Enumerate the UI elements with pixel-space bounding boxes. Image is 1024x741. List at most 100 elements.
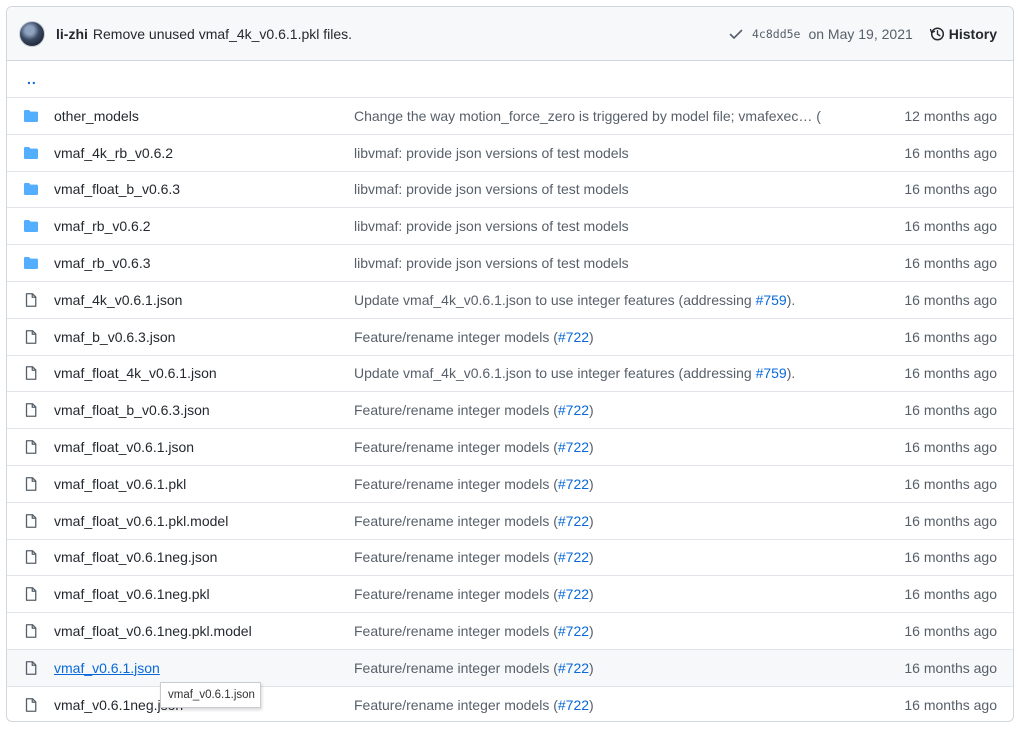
pull-request-link[interactable]: #722	[558, 623, 589, 639]
file-icon	[23, 623, 39, 639]
commit-message-link[interactable]: Feature/rename integer models (#722)	[354, 660, 594, 676]
file-icon	[23, 329, 39, 345]
file-name-link[interactable]: vmaf_float_4k_v0.6.1.json	[54, 365, 217, 381]
file-name-link[interactable]: vmaf_float_v0.6.1neg.pkl	[54, 586, 210, 602]
file-name-link[interactable]: vmaf_rb_v0.6.2	[54, 218, 151, 234]
commit-message-link[interactable]: Update vmaf_4k_v0.6.1.json to use intege…	[354, 292, 795, 308]
pull-request-link[interactable]: #759	[756, 292, 787, 308]
folder-icon	[23, 181, 39, 197]
file-row[interactable]: vmaf_v0.6.1neg.json Feature/rename intege…	[7, 685, 1013, 721]
commit-message-link[interactable]: Change the way motion_force_zero is trig…	[354, 108, 821, 124]
commit-message-link[interactable]: Feature/rename integer models (#722)	[354, 329, 594, 345]
file-row[interactable]: vmaf_b_v0.6.3.json Feature/rename integer…	[7, 317, 1013, 355]
file-name-link[interactable]: vmaf_v0.6.1.json	[54, 660, 160, 676]
commit-message-link[interactable]: libvmaf: provide json versions of test m…	[354, 218, 629, 234]
commit-message-link[interactable]: Feature/rename integer models (#722)	[354, 623, 594, 639]
folder-icon	[23, 218, 39, 234]
file-name-link[interactable]: vmaf_4k_rb_v0.6.2	[54, 145, 173, 161]
file-row[interactable]: vmaf_v0.6.1.json Feature/rename integer m…	[7, 648, 1013, 686]
commit-author[interactable]: li-zhi	[56, 26, 88, 42]
file-name-link[interactable]: vmaf_float_b_v0.6.3	[54, 181, 180, 197]
file-row[interactable]: vmaf_4k_rb_v0.6.2 libvmaf: provide json v…	[7, 133, 1013, 171]
commit-message-link[interactable]: Feature/rename integer models (#722)	[354, 513, 594, 529]
last-updated-time: 16 months ago	[904, 696, 997, 713]
file-row[interactable]: vmaf_rb_v0.6.2 libvmaf: provide json vers…	[7, 207, 1013, 244]
commit-message-link[interactable]: Feature/rename integer models (#722)	[354, 476, 594, 492]
parent-directory-row[interactable]: ..	[7, 61, 1013, 97]
pull-request-link[interactable]: #722	[558, 329, 589, 345]
commit-message-suffix: )	[589, 402, 594, 419]
last-updated-time: 16 months ago	[904, 623, 997, 640]
file-name-link[interactable]: vmaf_float_b_v0.6.3.json	[54, 402, 210, 418]
commit-message[interactable]: Remove unused vmaf_4k_v0.6.1.pkl files.	[93, 26, 352, 42]
commit-message-suffix: )	[589, 475, 594, 492]
file-name-link[interactable]: vmaf_float_v0.6.1.json	[54, 439, 194, 455]
file-name-link[interactable]: vmaf_rb_v0.6.3	[54, 255, 151, 271]
pull-request-link[interactable]: #722	[558, 660, 589, 676]
last-updated-time: 16 months ago	[904, 586, 997, 603]
commit-message-suffix: )	[589, 439, 594, 456]
commit-sha[interactable]: 4c8dd5e	[752, 27, 800, 41]
commit-message-link[interactable]: libvmaf: provide json versions of test m…	[354, 145, 629, 161]
commit-message-text: Feature/rename integer models (	[354, 439, 558, 456]
folder-icon	[23, 255, 39, 271]
file-icon	[23, 586, 39, 602]
commit-message-text: Feature/rename integer models (	[354, 696, 558, 713]
file-name-link[interactable]: other_models	[54, 108, 139, 124]
commit-message-text: Feature/rename integer models (	[354, 475, 558, 492]
file-icon	[23, 439, 39, 455]
file-name-link[interactable]: vmaf_float_v0.6.1.pkl.model	[54, 513, 228, 529]
history-label: History	[948, 25, 997, 42]
commit-message-text: libvmaf: provide json versions of test m…	[354, 181, 629, 198]
commit-message-link[interactable]: Feature/rename integer models (#722)	[354, 439, 594, 455]
file-row[interactable]: vmaf_float_v0.6.1.pkl Feature/rename inte…	[7, 464, 1013, 502]
pull-request-link[interactable]: #722	[558, 513, 589, 529]
commit-message-suffix: ).	[786, 365, 796, 382]
commit-message-text: Feature/rename integer models (	[354, 549, 558, 566]
file-name-link[interactable]: vmaf_4k_v0.6.1.json	[54, 292, 182, 308]
file-row[interactable]: vmaf_float_v0.6.1neg.json Feature/rename …	[7, 538, 1013, 576]
check-icon	[729, 29, 743, 39]
history-button[interactable]: History	[929, 26, 997, 42]
author-avatar[interactable]	[19, 20, 45, 47]
file-name-link[interactable]: vmaf_b_v0.6.3.json	[54, 329, 175, 345]
commit-message-link[interactable]: libvmaf: provide json versions of test m…	[354, 181, 629, 197]
file-row[interactable]: vmaf_rb_v0.6.3 libvmaf: provide json vers…	[7, 244, 1013, 281]
pull-request-link[interactable]: #722	[558, 586, 589, 602]
pull-request-link[interactable]: #722	[558, 476, 589, 492]
pull-request-link[interactable]: #722	[558, 439, 589, 455]
pull-request-link[interactable]: #722	[558, 697, 589, 713]
commit-message-link[interactable]: Feature/rename integer models (#722)	[354, 402, 594, 418]
commit-message-link[interactable]: libvmaf: provide json versions of test m…	[354, 255, 629, 271]
file-name-link[interactable]: vmaf_float_v0.6.1neg.pkl.model	[54, 623, 252, 639]
history-icon	[929, 26, 944, 41]
folder-icon	[23, 145, 39, 161]
commit-message-link[interactable]: Feature/rename integer models (#722)	[354, 586, 594, 602]
pull-request-link[interactable]: #759	[756, 365, 787, 381]
file-row[interactable]: vmaf_float_b_v0.6.3.json Feature/rename i…	[7, 391, 1013, 428]
file-row[interactable]: vmaf_float_v0.6.1neg.pkl.model Feature/re…	[7, 612, 1013, 649]
last-updated-time: 16 months ago	[904, 402, 997, 419]
file-name-link[interactable]: vmaf_float_v0.6.1.pkl	[54, 476, 186, 492]
file-icon	[23, 513, 39, 529]
file-row[interactable]: vmaf_4k_v0.6.1.json Update vmaf_4k_v0.6.1…	[7, 280, 1013, 318]
file-name-link[interactable]: vmaf_float_v0.6.1neg.json	[54, 549, 217, 565]
file-row[interactable]: vmaf_float_v0.6.1.pkl.model Feature/renam…	[7, 501, 1013, 539]
commit-message-link[interactable]: Update vmaf_4k_v0.6.1.json to use intege…	[354, 365, 795, 381]
commit-message-text: Update vmaf_4k_v0.6.1.json to use intege…	[354, 291, 756, 308]
commit-message-text: Feature/rename integer models (	[354, 623, 558, 640]
file-row[interactable]: vmaf_float_b_v0.6.3 libvmaf: provide json…	[7, 170, 1013, 208]
commit-message-link[interactable]: Feature/rename integer models (#722)	[354, 549, 594, 565]
file-row[interactable]: vmaf_float_4k_v0.6.1.json Update vmaf_4k_…	[7, 354, 1013, 392]
file-icon	[23, 660, 39, 676]
pull-request-link[interactable]: #722	[558, 549, 589, 565]
commit-message-text: libvmaf: provide json versions of test m…	[354, 144, 629, 161]
file-row[interactable]: vmaf_float_v0.6.1neg.pkl Feature/rename i…	[7, 575, 1013, 612]
file-row[interactable]: vmaf_float_v0.6.1.json Feature/rename int…	[7, 428, 1013, 465]
commit-message-link[interactable]: Feature/rename integer models (#722)	[354, 697, 594, 713]
pull-request-link[interactable]: #722	[558, 402, 589, 418]
file-row[interactable]: other_models Change the way motion_force_…	[7, 97, 1013, 134]
parent-directory-link[interactable]: ..	[7, 71, 37, 87]
last-updated-time: 16 months ago	[904, 328, 997, 345]
last-updated-time: 16 months ago	[904, 218, 997, 235]
